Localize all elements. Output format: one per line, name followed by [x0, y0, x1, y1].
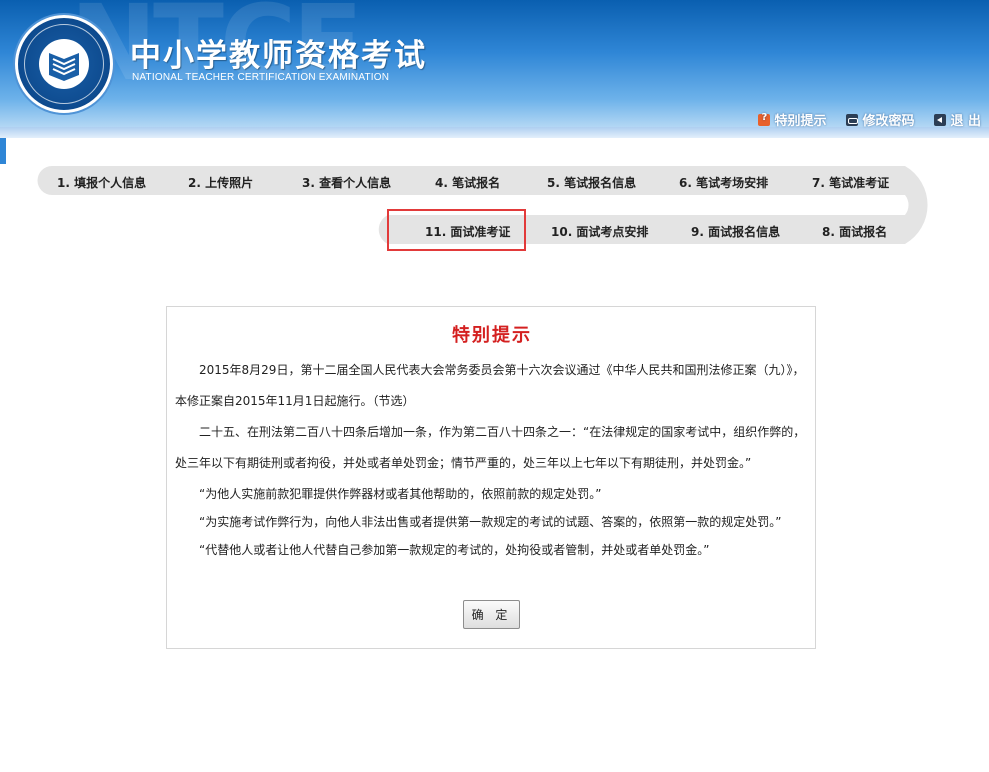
notice-paragraph-1: 2015年8月29日，第十二届全国人民代表大会常务委员会第十六次会议通过《中华人…: [175, 363, 805, 408]
book-icon: [49, 53, 79, 81]
change-password-link[interactable]: 修改密码: [846, 110, 914, 129]
notice-title: 特别提示: [452, 325, 532, 346]
step-6[interactable]: 6. 笔试考场安排: [679, 174, 768, 191]
logout-label: 退 出: [950, 114, 981, 129]
step-8[interactable]: 8. 面试报名: [822, 223, 887, 240]
notice-paragraph-4: “为实施考试作弊行为，向他人非法出售或者提供第一款规定的考试的试题、答案的，依照…: [199, 515, 782, 529]
special-notice-label: 特别提示: [774, 114, 827, 129]
notice-panel: 特别提示 2015年8月29日，第十二届全国人民代表大会常务委员会第十六次会议通…: [166, 306, 816, 649]
header-banner: NTCE 中小学教师资格考试 NATIONAL TEACHER CERTIFIC…: [0, 0, 989, 138]
notice-paragraph-3: “为他人实施前款犯罪提供作弊器材或者其他帮助的，依照前款的规定处罚。”: [199, 487, 602, 501]
notice-paragraph-2: 二十五、在刑法第二百八十四条后增加一条，作为第二百八十四条之一：“在法律规定的国…: [175, 425, 806, 470]
confirm-button[interactable]: 确 定: [463, 600, 520, 629]
site-subtitle: NATIONAL TEACHER CERTIFICATION EXAMINATI…: [132, 72, 390, 83]
step-3[interactable]: 3. 查看个人信息: [302, 174, 391, 191]
step-2[interactable]: 2. 上传照片: [188, 174, 253, 191]
special-notice-link[interactable]: 特别提示: [758, 110, 826, 129]
change-password-label: 修改密码: [862, 114, 915, 129]
help-icon: [758, 112, 771, 126]
page-root: NTCE 中小学教师资格考试 NATIONAL TEACHER CERTIFIC…: [0, 0, 989, 772]
step-9[interactable]: 9. 面试报名信息: [691, 223, 780, 240]
step-10[interactable]: 10. 面试考点安排: [551, 223, 648, 240]
exit-icon: [934, 113, 947, 126]
active-step-highlight: [387, 209, 526, 251]
step-7[interactable]: 7. 笔试准考证: [812, 174, 889, 191]
step-5[interactable]: 5. 笔试报名信息: [547, 174, 636, 191]
step-1[interactable]: 1. 填报个人信息: [57, 174, 146, 191]
notice-paragraph-5: “代替他人或者让他人代替自己参加第一款规定的考试的，处拘役或者管制，并处或者单处…: [199, 543, 710, 557]
exam-logo: [15, 15, 113, 113]
key-icon: [846, 113, 859, 126]
header-links: 特别提示 修改密码 退 出: [758, 110, 981, 129]
logout-link[interactable]: 退 出: [934, 110, 981, 129]
site-title: 中小学教师资格考试: [130, 38, 427, 74]
step-4[interactable]: 4. 笔试报名: [435, 174, 500, 191]
